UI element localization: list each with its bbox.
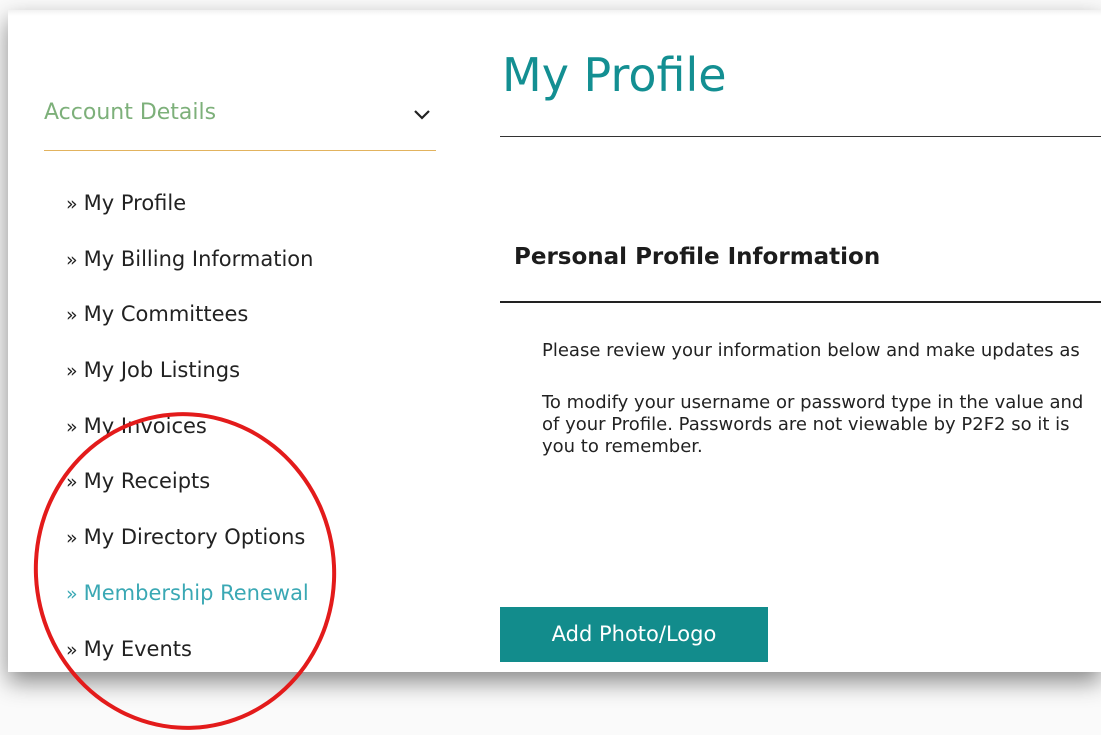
add-photo-logo-button[interactable]: Add Photo/Logo xyxy=(500,607,768,662)
instructions-line: To modify your username or password type… xyxy=(542,392,1084,413)
double-chevron-right-icon: » xyxy=(66,527,78,550)
sidebar-item-my-profile[interactable]: » My Profile xyxy=(66,188,313,244)
sidebar-item-label: My Invoices xyxy=(83,413,207,438)
account-details-title: Account Details xyxy=(44,100,217,125)
sidebar-item-label: My Directory Options xyxy=(83,525,306,550)
sidebar-item-my-invoices[interactable]: » My Invoices xyxy=(66,411,313,467)
sidebar-item-my-events[interactable]: » My Events xyxy=(66,634,313,673)
chevron-down-icon[interactable] xyxy=(412,108,432,122)
sidebar-item-label: My Receipts xyxy=(83,469,211,494)
sidebar-item-label: My Profile xyxy=(83,191,187,215)
sidebar-item-my-receipts[interactable]: » My Receipts xyxy=(66,466,313,522)
main-content: My Profile Personal Profile Information … xyxy=(500,10,1101,672)
double-chevron-right-icon: » xyxy=(66,248,78,271)
double-chevron-right-icon: » xyxy=(66,360,78,383)
double-chevron-right-icon: » xyxy=(66,638,78,661)
sidebar-item-membership-renewal[interactable]: » Membership Renewal xyxy=(66,578,313,634)
sidebar-item-my-billing-information[interactable]: » My Billing Information xyxy=(66,244,313,300)
sidebar-item-my-committees[interactable]: » My Committees xyxy=(66,299,313,355)
double-chevron-right-icon: » xyxy=(66,582,78,605)
account-menu: » My Profile » My Billing Information » My … xyxy=(66,188,313,672)
sidebar-item-label: My Committees xyxy=(83,302,249,327)
sidebar-item-my-job-listings[interactable]: » My Job Listings xyxy=(66,355,313,411)
double-chevron-right-icon: » xyxy=(66,471,78,494)
instructions-line: you to remember. xyxy=(542,436,703,457)
title-divider xyxy=(500,136,1101,137)
credentials-instructions: To modify your username or password type… xyxy=(542,392,1083,458)
instructions-line: of your Profile. Passwords are not viewa… xyxy=(542,414,1070,435)
section-divider xyxy=(500,301,1101,303)
sidebar-item-my-directory-options[interactable]: » My Directory Options xyxy=(66,522,313,578)
sidebar-item-label: My Billing Information xyxy=(83,246,314,271)
account-details-toggle[interactable]: Account Details xyxy=(44,96,436,151)
sidebar-item-label: My Job Listings xyxy=(83,358,241,383)
screenshot-stage: Account Details » My Profile » My Billing … xyxy=(0,0,1101,735)
section-title: Personal Profile Information xyxy=(514,244,881,270)
sidebar-item-label: My Events xyxy=(83,636,192,661)
double-chevron-right-icon: » xyxy=(66,304,78,327)
account-sidebar: Account Details » My Profile » My Billing … xyxy=(44,10,438,672)
double-chevron-right-icon: » xyxy=(66,415,78,438)
page-card: Account Details » My Profile » My Billing … xyxy=(8,10,1101,672)
double-chevron-right-icon: » xyxy=(66,193,78,215)
sidebar-item-label: Membership Renewal xyxy=(83,580,309,605)
page-title: My Profile xyxy=(502,48,727,102)
review-instructions: Please review your information below and… xyxy=(542,340,1080,361)
